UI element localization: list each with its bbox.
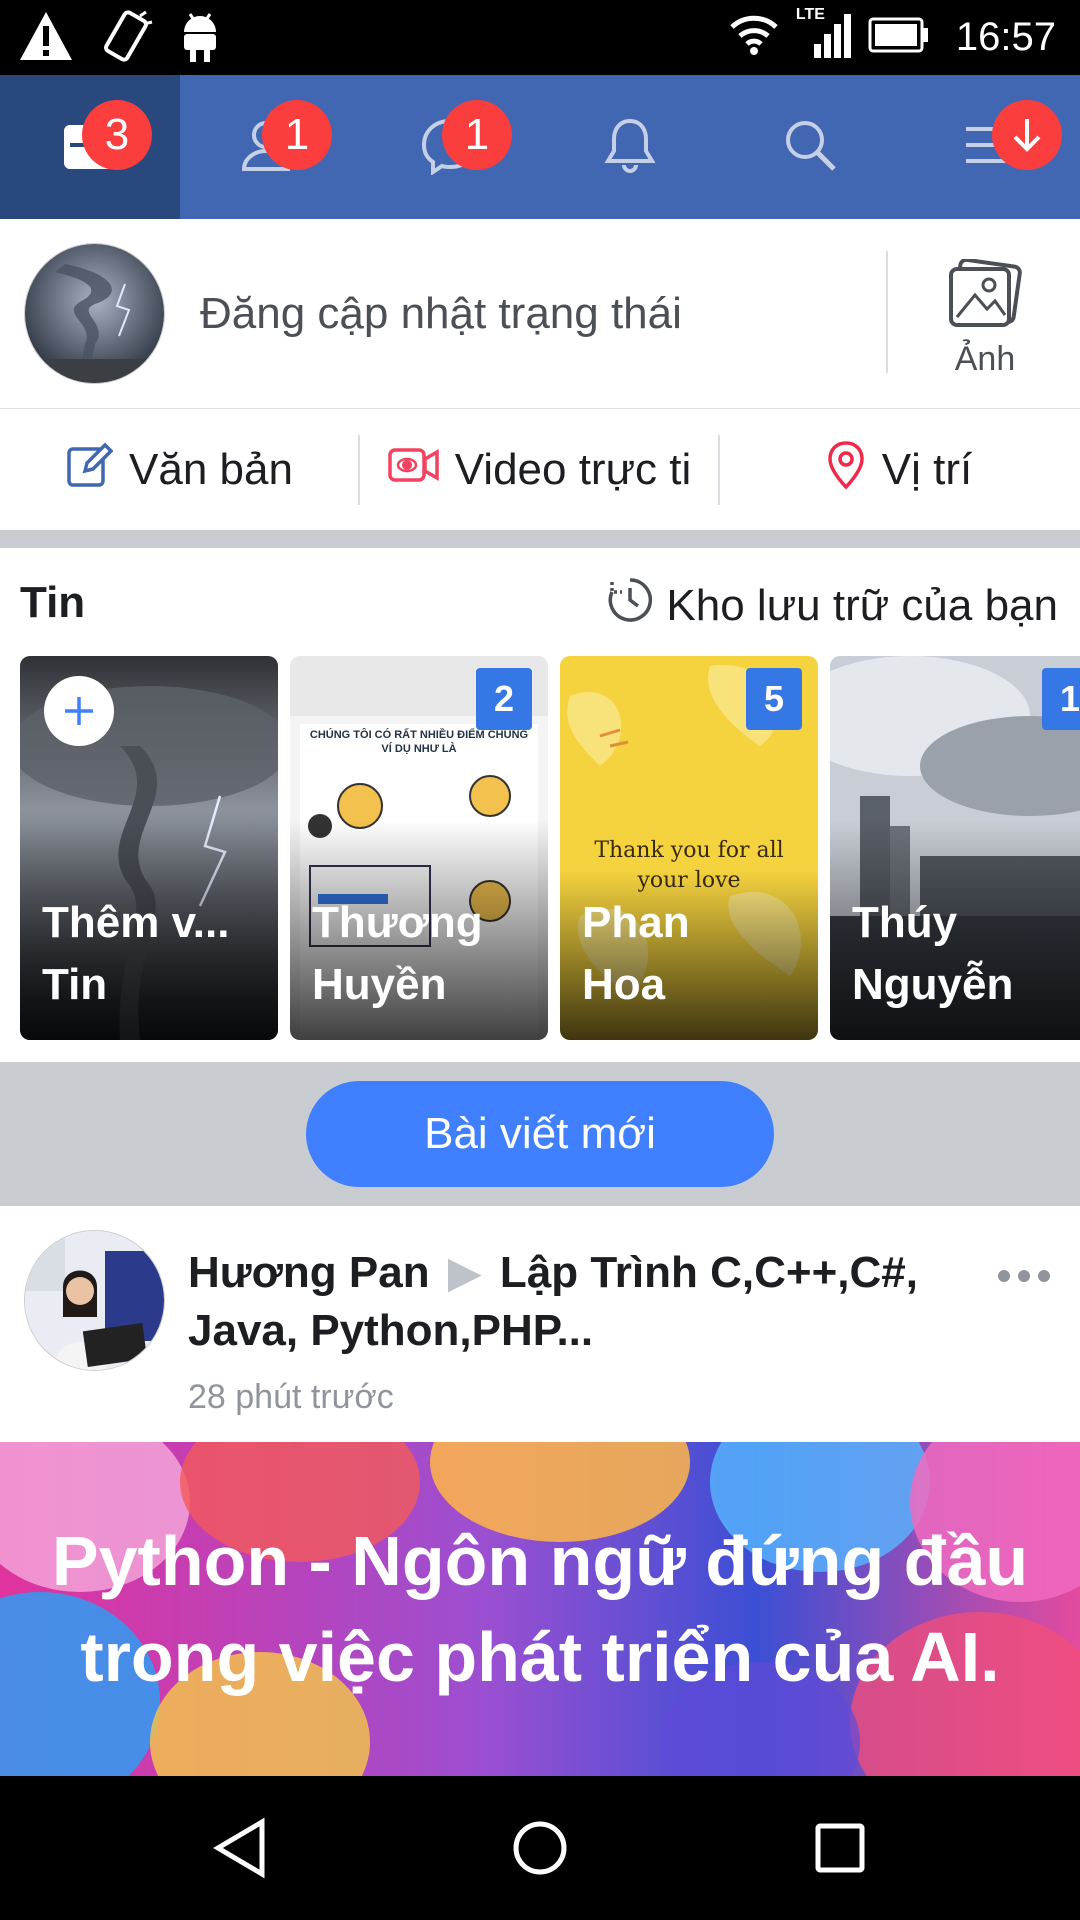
story-count-badge: 1 [1042,668,1080,730]
clock: 16:57 [955,15,1056,59]
location-label: Vị trí [881,445,973,494]
post-options-button[interactable] [998,1270,1050,1282]
recent-apps-icon[interactable] [812,1820,868,1881]
story-name-line: Tin [42,960,108,1009]
edit-icon [65,441,114,500]
tab-search[interactable] [720,75,900,219]
stories-section: Tin Kho lưu trữ của bạn Thêm v... Tin CH… [0,548,1080,1060]
new-posts-bar: Bài viết mới [0,1062,1080,1206]
tab-notifications[interactable] [540,75,720,219]
story-name-line: Hoa [582,960,666,1009]
story-carousel: Thêm v... Tin CHÚNG TÔI CÓ RẤT NHIỀU ĐIỂ… [20,656,1080,1040]
battery-icon [868,17,930,58]
composer-actions: Văn bản Video trực ti Vị trí [0,410,1080,530]
tab-news-feed[interactable]: 3 [0,75,180,219]
stories-title: Tin [20,578,86,627]
section-separator [0,530,1080,548]
post-author-avatar[interactable] [24,1230,165,1371]
photo-label: Ảnh [954,340,1016,378]
messages-badge: 1 [442,100,512,170]
story-card[interactable]: CHÚNG TÔI CÓ RẤT NHIỀU ĐIỂM CHUNG VÍ DỤ … [290,656,548,1040]
story-card[interactable]: Thank you for all your love 5 Phan Hoa [560,656,818,1040]
android-icon [178,8,222,69]
tab-menu[interactable] [900,75,1080,219]
download-arrow-icon [1013,119,1041,152]
top-nav: 3 1 1 [0,75,1080,219]
home-icon[interactable] [510,1816,570,1885]
photo-icon [947,257,1023,333]
post-author-name[interactable]: Hương Pan [188,1248,430,1297]
bell-icon [602,115,658,180]
story-name-line: Nguyễn [852,960,1014,1009]
story-name: Thương Huyền [312,892,532,1016]
back-icon[interactable] [210,1816,270,1885]
more-dot [1018,1270,1030,1282]
status-bar: LTE 16:57 [0,0,1080,75]
warning-icon [18,10,74,67]
share-arrow-icon: ▶ [447,1248,482,1297]
status-composer: Đăng cập nhật trạng thái Ảnh [0,219,1080,409]
news-feed-badge: 3 [82,100,152,170]
story-name-line: Thêm v... [42,898,230,947]
search-icon [782,117,838,178]
wifi-icon [728,13,780,62]
post-banner-text: Python - Ngôn ngữ đứng đầu trong việc ph… [51,1522,1029,1696]
live-video-label: Video trực ti [454,445,692,494]
story-card-header-text: CHÚNG TÔI CÓ RẤT NHIỀU ĐIỂM CHUNG VÍ DỤ … [309,729,529,755]
more-dot [998,1270,1010,1282]
divider [886,251,888,373]
status-input[interactable]: Đăng cập nhật trạng thái [200,289,682,339]
post-header: Hương Pan ▶ Lập Trình C,C++,C#, Java, Py… [188,1244,968,1360]
story-count-badge: 5 [746,668,802,730]
text-post-button[interactable]: Văn bản [0,410,358,530]
add-story-button[interactable] [44,676,114,746]
story-archive-link[interactable]: Kho lưu trữ của bạn [606,576,1058,635]
story-name: Thêm v... Tin [42,892,262,1016]
post-background-banner[interactable]: Python - Ngôn ngữ đứng đầu trong việc ph… [0,1442,1080,1776]
user-avatar[interactable] [24,243,165,384]
story-name-line: Huyền [312,960,447,1009]
screen-rotate-icon [96,6,156,71]
tab-friend-requests[interactable]: 1 [180,75,360,219]
update-download-badge [992,100,1062,170]
friend-requests-badge: 1 [262,100,332,170]
story-card[interactable]: 1 Thúy Nguyễn [830,656,1080,1040]
story-name: Phan Hoa [582,892,802,1016]
story-name: Thúy Nguyễn [852,892,1072,1016]
archive-label: Kho lưu trữ của bạn [666,580,1058,630]
new-posts-button[interactable]: Bài viết mới [306,1081,774,1187]
live-video-button[interactable]: Video trực ti [360,410,718,530]
location-button[interactable]: Vị trí [720,410,1078,530]
photo-button[interactable]: Ảnh [920,257,1050,389]
story-count-badge: 2 [476,668,532,730]
plus-icon [65,697,93,725]
story-card-add[interactable]: Thêm v... Tin [20,656,278,1040]
clock-history-icon [606,576,654,635]
system-navigation-bar [0,1776,1080,1920]
story-name-line: Phan [582,898,690,947]
feed-post: Hương Pan ▶ Lập Trình C,C++,C#, Java, Py… [0,1206,1080,1442]
story-name-line: Thúy [852,898,958,947]
cell-signal-icon: LTE [796,6,852,65]
post-timestamp[interactable]: 28 phút trước [188,1378,394,1417]
location-pin-icon [826,439,866,502]
text-post-label: Văn bản [129,445,293,494]
tab-messages[interactable]: 1 [360,75,540,219]
story-name-line: Thương [312,898,483,947]
more-dot [1038,1270,1050,1282]
live-video-icon [387,445,439,496]
